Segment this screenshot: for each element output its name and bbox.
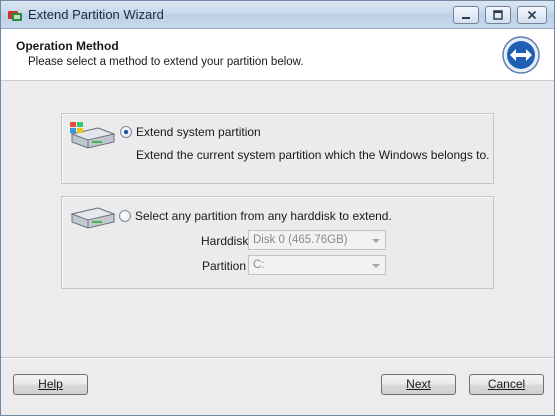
- extend-partition-wizard-window: Extend Partition Wizard Operation Method…: [0, 0, 555, 416]
- maximize-button[interactable]: [485, 6, 511, 24]
- extend-system-partition-label[interactable]: Extend system partition: [136, 125, 261, 139]
- header-title: Operation Method: [16, 39, 119, 53]
- maximize-icon: [493, 10, 503, 20]
- help-button[interactable]: Help: [13, 374, 88, 395]
- extend-system-partition-description: Extend the current system partition whic…: [136, 148, 490, 162]
- select-any-partition-label[interactable]: Select any partition from any harddisk t…: [135, 209, 392, 223]
- chevron-down-icon: [372, 239, 380, 243]
- extend-system-partition-radio[interactable]: [120, 126, 132, 138]
- close-icon: [527, 10, 537, 20]
- partition-select-value: C:: [253, 259, 265, 271]
- minimize-icon: [462, 17, 470, 19]
- extend-arrows-icon: [502, 36, 540, 74]
- next-button[interactable]: Next: [381, 374, 456, 395]
- hard-disk-icon: [70, 207, 116, 229]
- select-any-partition-radio[interactable]: [119, 210, 131, 222]
- partition-select[interactable]: C:: [248, 255, 386, 275]
- chevron-down-icon: [372, 264, 380, 268]
- windows-system-disk-icon: [70, 122, 116, 149]
- partition-wizard-app-icon: [8, 11, 22, 21]
- partition-label: Partition: [202, 259, 247, 273]
- minimize-button[interactable]: [453, 6, 479, 24]
- harddisk-select[interactable]: Disk 0 (465.76GB): [248, 230, 386, 250]
- window-title: Extend Partition Wizard: [28, 7, 164, 22]
- close-button[interactable]: [517, 6, 547, 24]
- harddisk-label: Harddisk: [201, 234, 249, 248]
- title-bar[interactable]: Extend Partition Wizard: [1, 1, 554, 29]
- wizard-header: Operation Method Please select a method …: [1, 29, 554, 81]
- cancel-button[interactable]: Cancel: [469, 374, 544, 395]
- harddisk-select-value: Disk 0 (465.76GB): [253, 234, 348, 246]
- header-subtitle: Please select a method to extend your pa…: [28, 56, 304, 68]
- footer-divider: [1, 357, 554, 358]
